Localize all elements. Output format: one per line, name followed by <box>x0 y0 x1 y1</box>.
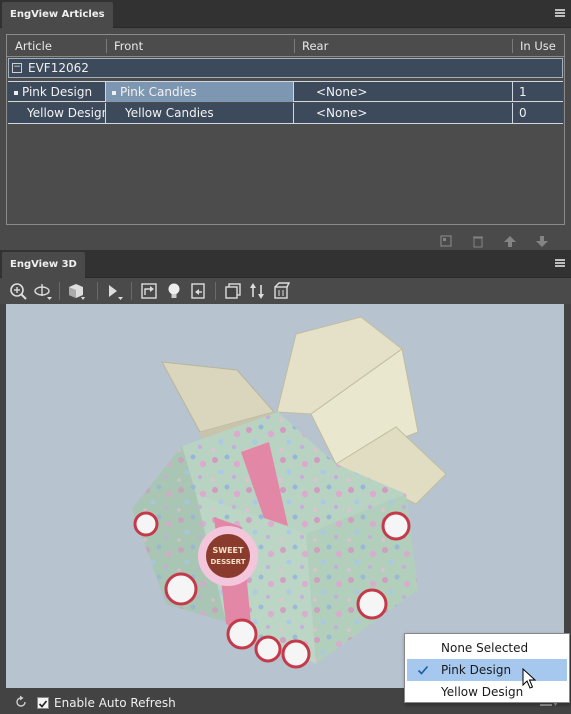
article-actions <box>439 234 559 248</box>
collapse-icon[interactable]: − <box>12 63 22 73</box>
articles-panel: Article Front Rear In Use − EVF12062 Pin… <box>0 28 571 250</box>
move-down-icon[interactable] <box>535 234 549 248</box>
view-panel-tab[interactable]: EngView 3D <box>2 252 85 278</box>
column-header-rear[interactable]: Rear <box>294 35 328 57</box>
auto-refresh-checkbox[interactable] <box>37 697 49 709</box>
rear-cell[interactable]: <None> <box>294 82 513 102</box>
bullet-icon <box>14 90 18 95</box>
checkmark-icon <box>38 700 48 708</box>
table-header: Article Front Rear In Use <box>7 35 564 57</box>
in-use-cell: 1 <box>519 85 527 99</box>
design-selector-menu: None Selected Pink Design Yellow Design <box>404 633 570 703</box>
refresh-icon[interactable] <box>14 695 28 709</box>
box-3d-model[interactable]: SWEET DESSERT <box>6 304 564 688</box>
zoom-icon[interactable] <box>8 281 28 301</box>
new-article-icon[interactable] <box>439 234 453 248</box>
table-row[interactable]: Pink Design Pink Candies <None> 1 <box>8 81 563 102</box>
rear-cell[interactable]: <None> <box>294 103 513 123</box>
sweet-dessert-badge: SWEET DESSERT <box>198 526 258 586</box>
light-bulb-icon[interactable] <box>164 281 184 301</box>
mouse-cursor-icon <box>522 668 536 689</box>
article-cell[interactable]: Yellow Design <box>8 103 106 123</box>
rotate-icon[interactable] <box>33 281 53 301</box>
table-row[interactable]: Yellow Design Yellow Candies <None> 0 <box>8 103 563 124</box>
group-label: EVF12062 <box>28 61 89 75</box>
menu-item-pink-design[interactable]: Pink Design <box>407 659 567 681</box>
articles-table: Article Front Rear In Use − EVF12062 Pin… <box>6 34 565 225</box>
material-icon[interactable] <box>271 281 291 301</box>
export-icon[interactable] <box>188 281 208 301</box>
layers-icon[interactable] <box>223 281 243 301</box>
3d-viewport[interactable]: SWEET DESSERT <box>6 304 564 688</box>
checkmark-icon <box>417 665 429 675</box>
front-cell[interactable]: Pink Candies <box>106 82 294 102</box>
panel-menu-icon[interactable] <box>555 9 565 18</box>
column-header-front[interactable]: Front <box>106 35 143 57</box>
view-panel-tabbar: EngView 3D <box>0 250 571 278</box>
view-cube-icon[interactable] <box>66 281 86 301</box>
panel-menu-icon[interactable] <box>555 259 565 268</box>
group-row[interactable]: − EVF12062 <box>8 58 563 78</box>
front-cell[interactable]: Yellow Candies <box>106 103 294 123</box>
articles-panel-tabbar: EngView Articles <box>0 0 571 28</box>
swap-icon[interactable] <box>247 281 267 301</box>
move-up-icon[interactable] <box>503 234 517 248</box>
bullet-icon <box>112 90 116 95</box>
delete-icon[interactable] <box>471 234 485 248</box>
play-icon[interactable] <box>104 281 124 301</box>
menu-item-none-selected[interactable]: None Selected <box>407 637 567 659</box>
article-cell[interactable]: Pink Design <box>8 82 106 102</box>
svg-text:DESSERT: DESSERT <box>211 558 246 566</box>
column-header-in-use[interactable]: In Use <box>512 35 556 57</box>
in-use-cell: 0 <box>519 106 527 120</box>
fold-icon[interactable] <box>139 281 159 301</box>
menu-item-yellow-design[interactable]: Yellow Design <box>407 681 567 703</box>
articles-panel-tab[interactable]: EngView Articles <box>2 2 113 28</box>
auto-refresh-label[interactable]: Enable Auto Refresh <box>54 696 176 710</box>
view-toolbar <box>0 278 571 304</box>
column-header-article[interactable]: Article <box>7 35 52 57</box>
svg-text:SWEET: SWEET <box>213 546 245 555</box>
